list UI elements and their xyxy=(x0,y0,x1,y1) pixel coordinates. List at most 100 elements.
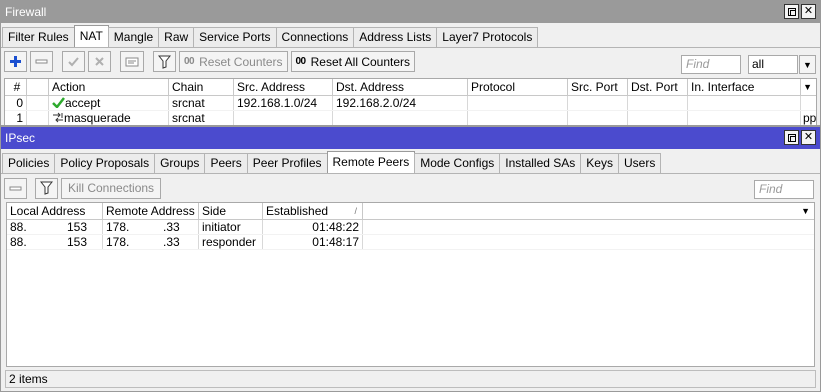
tab-raw[interactable]: Raw xyxy=(158,27,195,47)
col-protocol[interactable]: Protocol xyxy=(468,79,568,95)
tab-policy-proposals[interactable]: Policy Proposals xyxy=(54,153,156,173)
disable-button[interactable] xyxy=(88,51,111,72)
rule-src-address xyxy=(234,111,333,125)
ipsec-window: IPsec ✕ Policies Policy Proposals Groups… xyxy=(0,126,821,392)
col-dst-port[interactable]: Dst. Port xyxy=(628,79,688,95)
col-remote-address[interactable]: Remote Address xyxy=(103,203,199,219)
sort-indicator-icon: / xyxy=(354,206,357,216)
local-address: 88. 153 xyxy=(7,235,103,249)
columns-menu-arrow[interactable]: ▼ xyxy=(363,203,814,219)
col-local-address[interactable]: Local Address xyxy=(7,203,103,219)
filter-button[interactable] xyxy=(35,177,58,199)
rule-in-interface-overflow: pp xyxy=(803,111,817,125)
rule-action: accept xyxy=(49,96,169,110)
filter-select-dropdown[interactable]: ▼ xyxy=(799,55,816,74)
tab-filter-rules[interactable]: Filter Rules xyxy=(2,27,75,47)
tab-policies[interactable]: Policies xyxy=(2,153,56,173)
tab-address-lists[interactable]: Address Lists xyxy=(353,27,438,47)
kill-connections-button[interactable]: Kill Connections xyxy=(61,177,162,199)
rule-src-port xyxy=(568,111,628,125)
col-established[interactable]: Established / xyxy=(263,203,363,219)
ipsec-title: IPsec xyxy=(5,131,36,145)
close-button[interactable]: ✕ xyxy=(801,130,816,145)
tab-nat[interactable]: NAT xyxy=(73,25,109,47)
col-src-port[interactable]: Src. Port xyxy=(568,79,628,95)
comment-icon xyxy=(125,57,139,66)
remote-address-prefix: 178. xyxy=(106,235,130,249)
funnel-icon xyxy=(158,55,171,69)
table-header: # Action Chain Src. Address Dst. Address… xyxy=(5,79,816,96)
rule-dst-port xyxy=(628,96,688,110)
firewall-tabs: Filter Rules NAT Mangle Raw Service Port… xyxy=(1,25,820,47)
remove-button[interactable] xyxy=(4,177,27,199)
rule-flags xyxy=(27,111,49,125)
firewall-find-input[interactable]: Find xyxy=(681,55,741,74)
counter-icon: 00 xyxy=(184,56,195,67)
rule-chain: srcnat xyxy=(169,111,234,125)
table-row[interactable]: 88. 153 178. .33 initiator 01:48:22 xyxy=(7,220,814,235)
funnel-icon xyxy=(40,181,53,195)
filter-button[interactable] xyxy=(153,51,176,72)
remove-button[interactable] xyxy=(30,51,53,72)
ipsec-titlebar[interactable]: IPsec ✕ xyxy=(1,127,820,149)
tab-connections[interactable]: Connections xyxy=(275,27,355,47)
x-icon xyxy=(95,57,104,66)
rule-action: masquerade xyxy=(49,111,169,125)
filter-select[interactable]: all xyxy=(748,55,798,74)
ipsec-find-input[interactable]: Find xyxy=(754,180,814,199)
tab-groups[interactable]: Groups xyxy=(154,153,206,173)
tab-peers[interactable]: Peers xyxy=(204,153,248,173)
restore-button[interactable] xyxy=(784,130,799,145)
col-in-interface[interactable]: In. Interface xyxy=(688,79,801,95)
columns-menu-arrow[interactable]: ▼ xyxy=(801,79,816,95)
rule-in-interface xyxy=(688,111,801,125)
local-address: 88. 153 xyxy=(7,220,103,234)
reset-counters-label: Reset Counters xyxy=(199,54,283,69)
rule-protocol xyxy=(468,96,568,110)
accept-check-icon xyxy=(52,97,65,109)
col-dst-address[interactable]: Dst. Address xyxy=(333,79,468,95)
col-flags[interactable] xyxy=(27,79,49,95)
firewall-window: Firewall ✕ Filter Rules NAT Mangle Raw S… xyxy=(0,0,821,126)
rule-number: 0 xyxy=(5,96,27,110)
rule-number: 1 xyxy=(5,111,27,125)
col-chain[interactable]: Chain xyxy=(169,79,234,95)
tab-keys[interactable]: Keys xyxy=(580,153,619,173)
minus-icon xyxy=(35,59,48,64)
firewall-titlebar[interactable]: Firewall ✕ xyxy=(1,1,820,23)
comment-button[interactable] xyxy=(120,51,144,72)
reset-all-counters-button[interactable]: 00 Reset All Counters xyxy=(290,51,416,72)
col-side[interactable]: Side xyxy=(199,203,263,219)
tab-remote-peers[interactable]: Remote Peers xyxy=(326,151,416,173)
tab-installed-sas[interactable]: Installed SAs xyxy=(499,153,582,173)
tab-service-ports[interactable]: Service Ports xyxy=(193,27,277,47)
rule-protocol xyxy=(468,111,568,125)
reset-all-counters-label: Reset All Counters xyxy=(310,54,411,69)
add-button[interactable] xyxy=(4,51,27,72)
table-row[interactable]: 1 masquerade srcnat pp xyxy=(5,111,817,125)
col-action[interactable]: Action xyxy=(49,79,169,95)
tab-peer-profiles[interactable]: Peer Profiles xyxy=(246,153,328,173)
table-row[interactable]: 0 accept srcnat 192.168.1.0/24 192.168.2… xyxy=(5,96,816,111)
table-row[interactable]: 88. 153 178. .33 responder 01:48:17 xyxy=(7,235,814,250)
enable-button[interactable] xyxy=(62,51,85,72)
local-address-prefix: 88. xyxy=(10,235,27,249)
restore-button[interactable] xyxy=(784,4,799,19)
tab-mode-configs[interactable]: Mode Configs xyxy=(414,153,501,173)
minus-icon xyxy=(9,186,22,190)
rule-src-port xyxy=(568,96,628,110)
tab-users[interactable]: Users xyxy=(617,153,662,173)
col-number[interactable]: # xyxy=(5,79,27,95)
local-address-prefix: 88. xyxy=(10,220,27,234)
plus-icon xyxy=(10,56,21,67)
col-src-address[interactable]: Src. Address xyxy=(234,79,333,95)
close-button[interactable]: ✕ xyxy=(801,4,816,19)
tab-mangle[interactable]: Mangle xyxy=(107,27,160,47)
tab-layer7-protocols[interactable]: Layer7 Protocols xyxy=(436,27,539,47)
reset-counters-button[interactable]: 00 Reset Counters xyxy=(179,51,288,72)
side: initiator xyxy=(199,220,263,234)
status-bar: 2 items xyxy=(5,370,816,388)
rule-chain: srcnat xyxy=(169,96,234,110)
remote-address: 178. .33 xyxy=(103,235,199,249)
local-address-suffix: 153 xyxy=(67,220,88,234)
